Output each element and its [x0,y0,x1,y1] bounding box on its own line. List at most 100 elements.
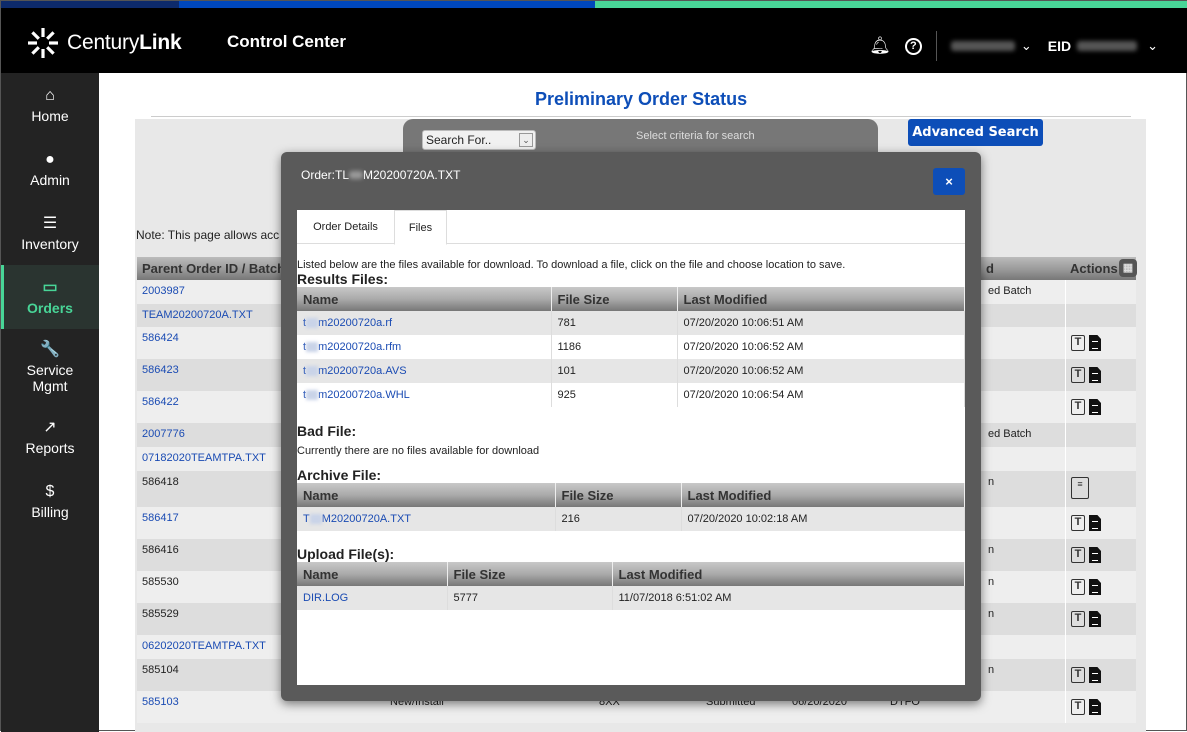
top-bar: CenturyLink Control Center 🔔︎ ? ⌄ EID ⌄ [1,1,1187,73]
redacted-text [306,366,319,377]
order-link[interactable]: 2007776 [142,428,185,440]
document-icon[interactable] [1089,399,1101,415]
document-icon[interactable] [1089,547,1101,563]
advanced-search-button[interactable]: Advanced Search [908,119,1043,146]
order-id: 585530 [142,576,179,588]
row-actions: T [1065,327,1136,359]
file-download-link[interactable]: t m20200720a.rf [303,317,392,329]
sidebar-item-label: Admin [30,171,70,188]
order-link[interactable]: TEAM20200720A.TXT [142,309,253,321]
column-header: Name [297,562,448,586]
sidebar-item-service[interactable]: 🔧 Service Mgmt [1,329,99,405]
row-status: n [988,576,995,588]
sidebar-item-inventory[interactable]: ☰ Inventory [1,201,99,265]
order-link[interactable]: 07182020TEAMTPA.TXT [142,452,266,464]
row-status: n [988,664,995,676]
row-actions [1065,304,1136,327]
row-status: ed Batch [988,428,1032,440]
file-download-link[interactable]: DIR.LOG [303,592,348,604]
brand-logo[interactable]: CenturyLink [27,27,182,59]
sidebar-item-reports[interactable]: ↗ Reports [1,405,99,469]
eid-menu[interactable]: EID ⌄ [1048,38,1158,54]
order-id: 585104 [142,664,179,676]
sidebar-item-admin[interactable]: ● Admin [1,137,99,201]
order-id: 586416 [142,544,179,556]
bell-icon[interactable]: 🔔︎ [869,36,891,56]
sidebar-item-home[interactable]: ⌂ Home [1,73,99,137]
column-header: Name [297,483,556,507]
file-row: t m20200720a.rf 781 07/20/2020 10:06:51 AM [297,311,965,335]
order-id: 585529 [142,608,179,620]
file-download-link[interactable]: t m20200720a.rfm [303,341,401,353]
redacted-text [306,390,319,401]
brand-name: CenturyLink [67,31,182,54]
document-icon[interactable] [1089,611,1101,627]
document-outline-icon[interactable]: ≡ [1071,477,1089,499]
text-view-icon[interactable]: T [1071,667,1085,683]
search-for-select[interactable]: Search For.. ⌄ [422,130,536,150]
row-actions [1065,447,1136,471]
document-icon[interactable] [1089,335,1101,351]
sidebar-item-label: Home [31,107,69,124]
user-menu[interactable]: ⌄ [950,38,1032,54]
column-header[interactable]: d [986,261,994,276]
row-status: n [988,608,995,620]
column-header: Last Modified [612,562,965,586]
row-actions: T [1065,539,1136,571]
text-view-icon[interactable]: T [1071,611,1085,627]
column-chooser-icon[interactable]: ▦ [1119,259,1137,277]
help-icon[interactable]: ? [904,37,922,55]
tab-files[interactable]: Files [394,210,447,245]
chevron-down-icon: ⌄ [1020,38,1032,53]
order-link[interactable]: 586417 [142,512,179,524]
text-view-icon[interactable]: T [1071,515,1085,531]
file-download-link[interactable]: t m20200720a.AVS [303,365,407,377]
column-header-parent-order[interactable]: Parent Order ID / Batch F [142,261,297,276]
close-button[interactable]: × [933,168,965,195]
eid-value-redacted [1077,41,1138,51]
sidebar-item-label: Service [26,361,74,378]
document-icon[interactable] [1089,367,1101,383]
tab-order-details[interactable]: Order Details [297,210,394,245]
row-status: n [988,476,995,488]
order-link[interactable]: 586424 [142,332,179,344]
column-header: File Size [555,483,682,507]
user-email-redacted [950,41,1015,51]
document-icon[interactable] [1089,579,1101,595]
file-size: 216 [555,507,682,531]
document-icon[interactable] [1089,699,1101,715]
file-row: t m20200720a.WHL 925 07/20/2020 10:06:54 AM [297,383,965,407]
table-header-row: Name File Size Last Modified [297,562,965,586]
file-download-link[interactable]: t m20200720a.WHL [303,389,410,401]
redacted-text [349,171,364,179]
order-link[interactable]: 586422 [142,396,179,408]
document-icon[interactable] [1089,515,1101,531]
column-header: Name [297,287,552,311]
divider [151,116,1131,117]
file-modified: 07/20/2020 10:06:51 AM [677,311,965,335]
order-link[interactable]: 2003987 [142,285,185,297]
order-files-modal: Order:TL M20200720A.TXT × Order Details F… [281,152,981,701]
sidebar-item-orders[interactable]: ▭ Orders [1,265,99,329]
file-download-link[interactable]: T M20200720A.TXT [303,513,411,525]
column-header-actions: Actions [1070,261,1118,276]
app-title: Control Center [227,32,346,51]
text-view-icon[interactable]: T [1071,367,1085,383]
sidebar-item-label: Billing [31,503,69,520]
order-link[interactable]: 06202020TEAMTPA.TXT [142,640,266,652]
order-link[interactable]: 585103 [142,696,179,708]
file-size: 781 [551,311,678,335]
text-view-icon[interactable]: T [1071,547,1085,563]
file-row: t m20200720a.AVS 101 07/20/2020 10:06:52 AM [297,359,965,383]
text-view-icon[interactable]: T [1071,699,1085,715]
sidebar-item-billing[interactable]: $ Billing [1,469,99,533]
text-view-icon[interactable]: T [1071,579,1085,595]
inbox-icon: ▭ [42,278,58,296]
text-view-icon[interactable]: T [1071,399,1085,415]
text-view-icon[interactable]: T [1071,335,1085,351]
order-link[interactable]: 586423 [142,364,179,376]
row-actions: T [1065,603,1136,635]
modal-body: Order Details Files Listed below are the… [297,210,965,685]
document-icon[interactable] [1089,667,1101,683]
file-size: 5777 [447,586,613,610]
